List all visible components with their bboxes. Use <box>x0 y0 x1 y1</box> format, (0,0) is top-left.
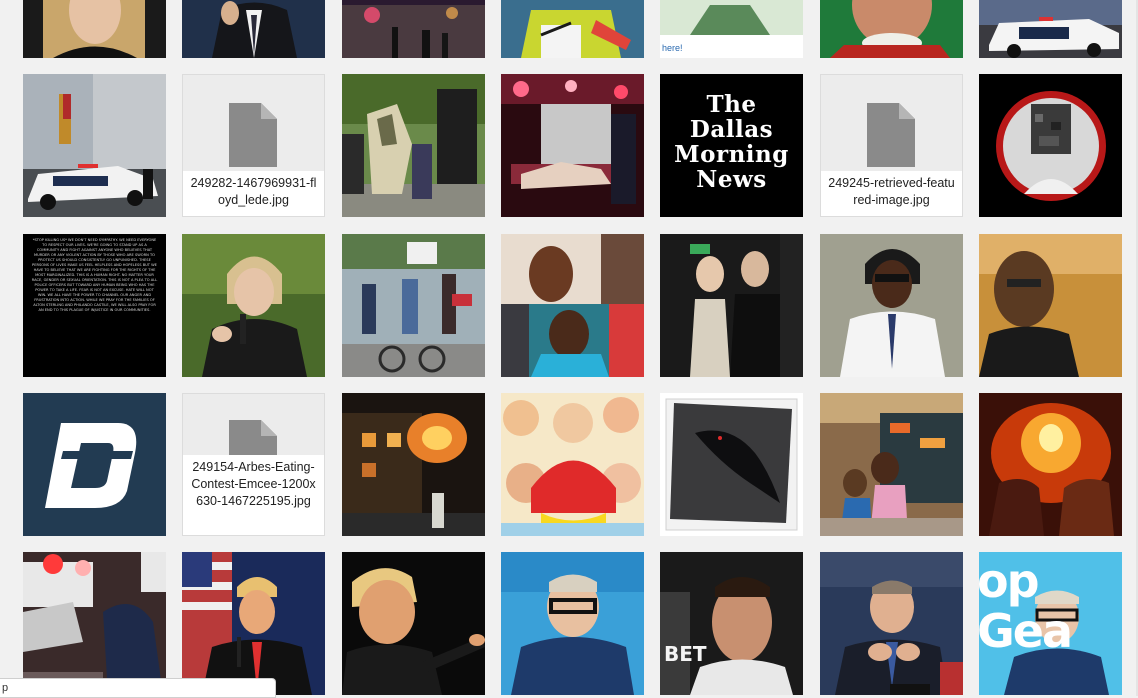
media-thumbnail[interactable] <box>979 234 1122 377</box>
dallas-logo-d <box>23 393 166 536</box>
statement-text: *STOP KILLING US* WE DON'T NEED SYMPATHY… <box>31 238 158 312</box>
media-thumbnail[interactable] <box>182 234 325 377</box>
avatar-pixelated-circle <box>979 74 1122 217</box>
media-thumbnail[interactable]: BET <box>660 552 803 695</box>
media-thumbnail[interactable] <box>660 393 803 536</box>
media-thumbnail[interactable] <box>182 0 325 58</box>
media-thumbnail[interactable] <box>820 0 963 58</box>
media-thumbnail[interactable]: op Gea <box>979 552 1122 695</box>
photo-man-glasses-selfie <box>979 234 1122 377</box>
photo-woman-blonde <box>23 0 166 58</box>
media-thumbnail[interactable] <box>23 393 166 536</box>
photo-woman-microphone <box>182 234 325 377</box>
photo-protest-crowd <box>342 74 485 217</box>
photo-old-man-collar <box>820 0 963 58</box>
comic-caption: here! <box>662 43 683 53</box>
newspaper-logo-text: The Dallas Morning News <box>674 91 789 193</box>
photo-ambulance-night <box>501 74 644 217</box>
media-thumbnail[interactable] <box>820 234 963 377</box>
media-thumbnail[interactable] <box>979 0 1122 58</box>
media-thumbnail[interactable] <box>501 552 644 695</box>
media-thumbnail[interactable] <box>501 393 644 536</box>
status-bar-url: p <box>0 678 276 698</box>
photo-collage-portraits <box>501 234 644 377</box>
media-thumbnail[interactable]: *STOP KILLING US* WE DON'T NEED SYMPATHY… <box>23 234 166 377</box>
media-thumbnail[interactable] <box>342 552 485 695</box>
cartoon-crowd-red-cap <box>501 393 644 536</box>
photo-actor-bet <box>660 552 803 695</box>
photo-couple-night <box>660 234 803 377</box>
file-tile[interactable]: 249154-Arbes-Eating-Contest-Emcee-1200x6… <box>182 393 325 536</box>
photo-politician-flag <box>182 552 325 695</box>
photo-man-suit-pointing <box>182 0 325 58</box>
topgear-logo-text: op Gea <box>979 554 1073 658</box>
art-fire-figures <box>979 393 1122 536</box>
photo-man-hoodie-glasses <box>501 552 644 695</box>
cartoon-character-green <box>501 0 644 58</box>
media-thumbnail[interactable] <box>23 552 166 695</box>
media-thumbnail[interactable] <box>660 234 803 377</box>
media-thumbnail[interactable] <box>820 393 963 536</box>
file-tile[interactable]: 249282-1467969931-floyd_lede.jpg <box>182 74 325 217</box>
media-thumbnail[interactable] <box>501 74 644 217</box>
media-thumbnail[interactable] <box>342 234 485 377</box>
photo-building-fire <box>342 393 485 536</box>
file-name: 249282-1467969931-floyd_lede.jpg <box>183 171 324 216</box>
media-thumbnail[interactable] <box>342 0 485 58</box>
media-thumbnail[interactable] <box>23 74 166 217</box>
media-thumbnail[interactable] <box>501 234 644 377</box>
media-thumbnail[interactable] <box>23 0 166 58</box>
photo-children-shop-window <box>820 393 963 536</box>
photo-street-bikes <box>342 234 485 377</box>
media-thumbnail[interactable]: here! <box>660 0 803 58</box>
bet-logo-text: BET <box>664 642 707 666</box>
photo-police-car <box>979 0 1122 58</box>
photo-police-scene <box>23 552 166 695</box>
file-tile[interactable]: 249245-retrieved-featured-image.jpg <box>820 74 963 217</box>
document-icon <box>867 103 915 167</box>
file-name: 249245-retrieved-featured-image.jpg <box>821 171 962 216</box>
media-thumbnail[interactable] <box>342 393 485 536</box>
photo-night-street <box>342 0 485 58</box>
media-thumbnail[interactable] <box>979 74 1122 217</box>
media-thumbnail[interactable]: The Dallas Morning News <box>660 74 803 217</box>
photo-politician-pointing <box>342 552 485 695</box>
media-thumbnail[interactable] <box>820 552 963 695</box>
document-icon <box>229 103 277 167</box>
file-name: 249154-Arbes-Eating-Contest-Emcee-1200x6… <box>183 455 324 535</box>
media-thumbnail[interactable] <box>182 552 325 695</box>
photo-man-sunglasses <box>820 234 963 377</box>
artwork-bird-dark <box>660 393 803 536</box>
photo-politician-parliament <box>820 552 963 695</box>
media-thumbnail[interactable] <box>342 74 485 217</box>
media-thumbnail[interactable] <box>501 0 644 58</box>
media-thumbnail[interactable] <box>979 393 1122 536</box>
media-grid: here! 249282-1467969931-floyd_lede.jpg T… <box>0 0 1138 696</box>
photo-police-car-building <box>23 74 166 217</box>
